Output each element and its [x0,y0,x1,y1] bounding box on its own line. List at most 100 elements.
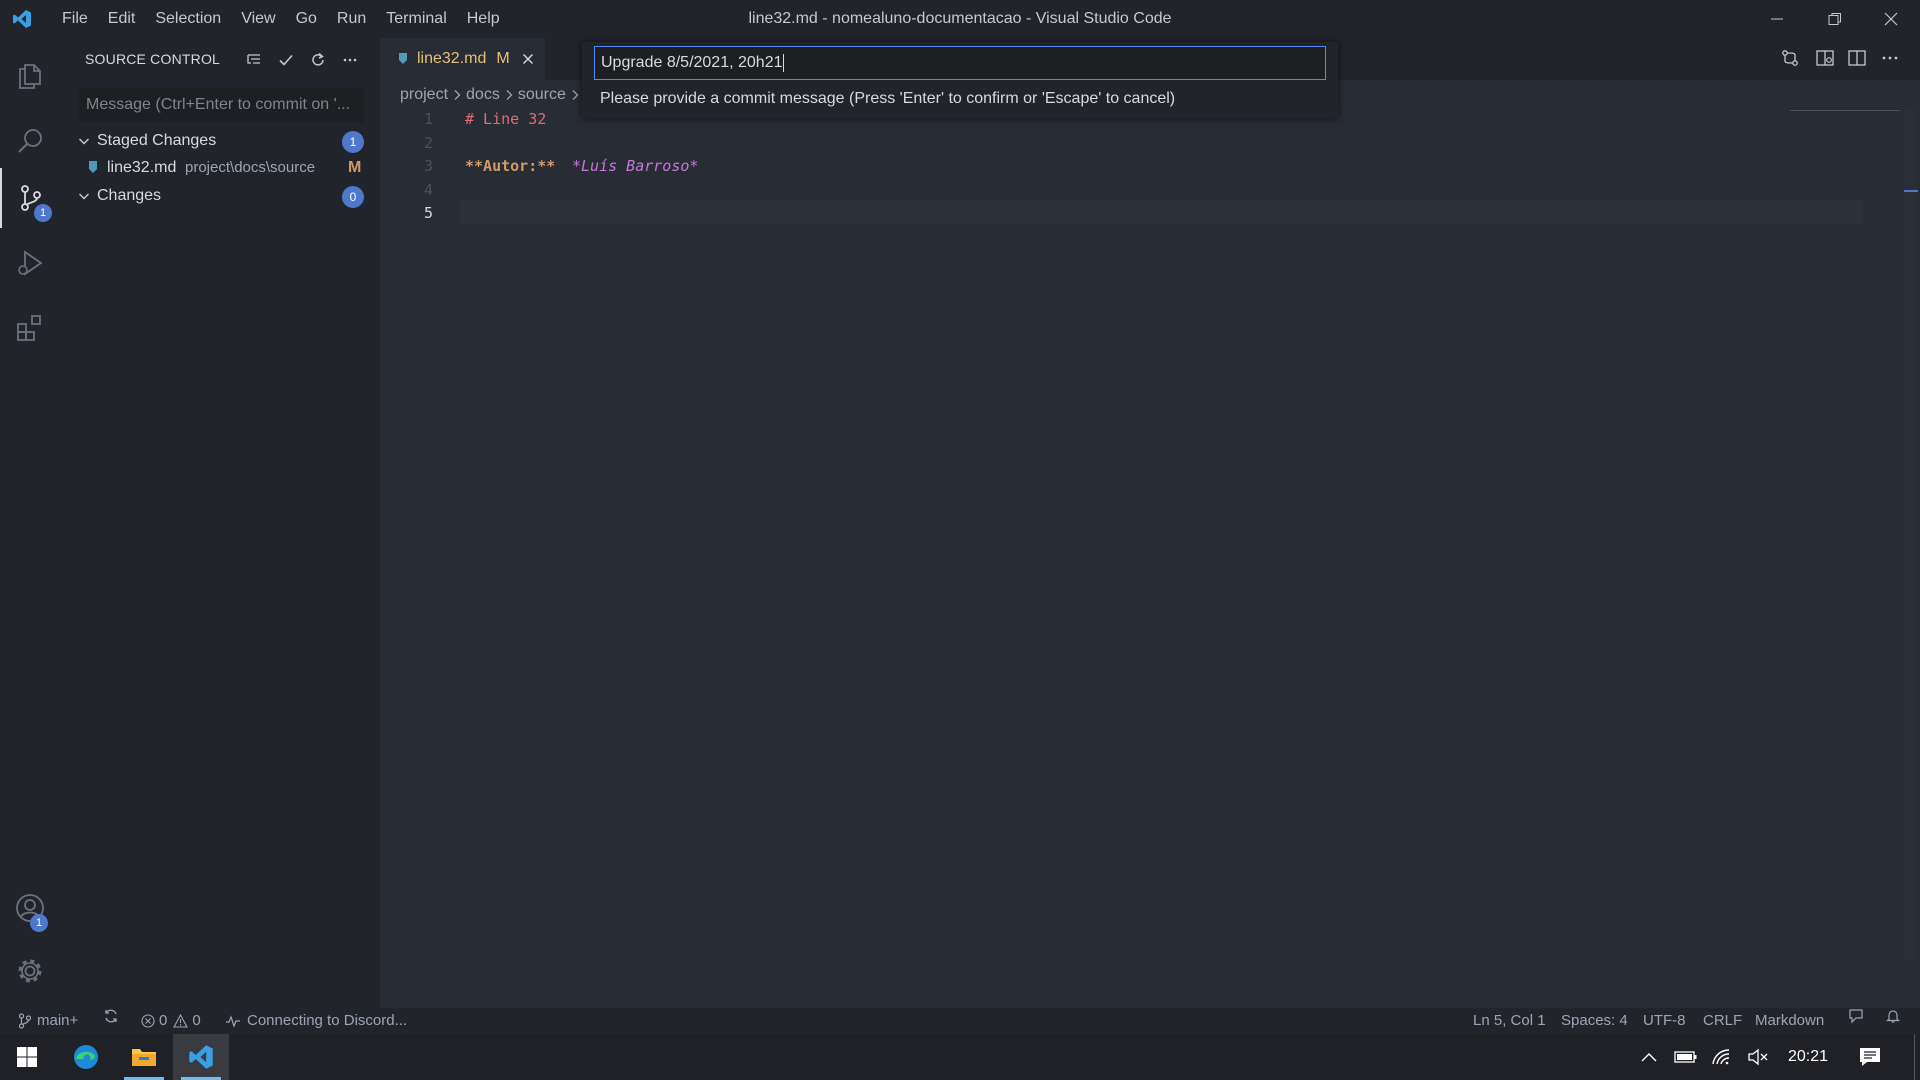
line-number: 3 [423,157,433,175]
line-number: 1 [423,110,433,128]
volume-muted-icon [1748,1048,1768,1066]
extensions-icon [17,315,41,341]
changes-group[interactable]: Changes 0 [60,183,380,209]
extensions-button[interactable] [0,298,60,358]
code-bold-text[interactable]: **Autor:** [465,157,555,175]
run-debug-icon [18,250,43,276]
title-bar: File Edit Selection View Go Run Terminal… [0,0,1920,38]
vscode-icon [189,1045,213,1069]
status-bar: main+ 0 0 Connecting to Discord... Ln 5,… [0,1008,1920,1034]
staged-file-name: line32.md [107,159,177,176]
vscode-taskbar-button[interactable] [173,1034,229,1080]
open-changes-icon[interactable] [1780,48,1800,68]
menu-selection[interactable]: Selection [145,0,231,38]
chevron-up-icon [1641,1053,1657,1062]
line-ending[interactable]: CRLF [1703,1008,1742,1034]
commit-message-input[interactable]: Message (Ctrl+Enter to commit on '... [78,88,364,122]
notifications-button[interactable] [1885,1008,1901,1024]
action-center-button[interactable] [1850,1034,1890,1080]
view-as-tree-icon[interactable] [242,48,266,72]
tab-line32-md[interactable]: line32.md M [380,38,545,80]
git-branch-icon [18,1013,32,1029]
feedback-button[interactable] [1848,1008,1864,1024]
menu-run[interactable]: Run [327,0,376,38]
menu-terminal[interactable]: Terminal [376,0,456,38]
current-line-highlight [460,200,1862,224]
chevron-right-icon [572,90,579,100]
editor-more-icon[interactable] [1880,48,1900,68]
close-tab-icon[interactable] [522,53,534,65]
code-italic-text[interactable]: *Luís Barroso* [572,157,698,175]
minimap[interactable] [1790,110,1900,111]
sync-button[interactable] [103,1008,119,1024]
line-number: 4 [423,181,433,199]
staged-count-badge: 1 [342,131,364,153]
notification-center-icon [1860,1048,1880,1066]
menu-go[interactable]: Go [286,0,327,38]
battery-button[interactable] [1672,1034,1700,1080]
pulse-icon [226,1015,240,1028]
commit-check-icon[interactable] [274,48,298,72]
changes-label: Changes [97,187,162,204]
menu-bar: File Edit Selection View Go Run Terminal… [52,0,510,38]
search-button[interactable] [0,111,60,171]
edge-taskbar-button[interactable] [58,1034,114,1080]
vscode-logo-icon [2,0,42,38]
changes-count-badge: 0 [342,186,364,208]
branch-name: main+ [37,1012,79,1029]
menu-view[interactable]: View [231,0,285,38]
file-explorer-taskbar-button[interactable] [116,1034,172,1080]
menu-help[interactable]: Help [457,0,510,38]
staged-file-item[interactable]: line32.md project\docs\source M [60,155,380,181]
editor-area: line32.md M project docs source 1 2 3 4 … [380,38,1920,1008]
open-preview-icon[interactable] [1815,48,1835,68]
volume-button[interactable] [1744,1034,1772,1080]
windows-logo-icon [17,1047,37,1067]
branch-indicator[interactable]: main+ [18,1008,78,1034]
markdown-file-icon [399,53,407,64]
explorer-button[interactable] [0,46,60,106]
minimize-button[interactable] [1748,0,1806,38]
activity-bar: 1 1 [0,38,60,1008]
show-hidden-icons-button[interactable] [1636,1034,1662,1080]
refresh-icon[interactable] [306,48,330,72]
warning-count: 0 [192,1012,201,1029]
staged-file-path: project\docs\source [185,159,316,176]
clock[interactable]: 20:21 [1780,1034,1836,1080]
cursor-position[interactable]: Ln 5, Col 1 [1473,1008,1546,1034]
feedback-icon [1849,1009,1863,1024]
start-button[interactable] [0,1034,54,1080]
code-line-heading[interactable]: # Line 32 [465,110,546,128]
wifi-icon [1712,1049,1730,1065]
split-editor-icon[interactable] [1847,48,1867,68]
close-window-button[interactable] [1862,0,1920,38]
language-mode[interactable]: Markdown [1755,1008,1824,1034]
staged-changes-group[interactable]: Staged Changes 1 [60,128,380,154]
breadcrumb-docs[interactable]: docs [466,86,500,104]
problems-indicator[interactable]: 0 0 [141,1008,201,1034]
menu-file[interactable]: File [52,0,98,38]
discord-status[interactable]: Connecting to Discord... [225,1008,407,1034]
run-debug-button[interactable] [0,233,60,293]
more-actions-icon[interactable] [338,48,362,72]
vertical-scrollbar[interactable] [1904,110,1918,960]
source-control-panel: SOURCE CONTROL Message (Ctrl+Enter to co… [60,38,380,1008]
files-icon [19,64,41,89]
breadcrumb-project[interactable]: project [400,86,448,104]
edge-browser-icon [74,1045,98,1069]
encoding[interactable]: UTF-8 [1643,1008,1686,1034]
menu-edit[interactable]: Edit [98,0,146,38]
commit-message-field[interactable]: Upgrade 8/5/2021, 20h21 [594,46,1326,80]
manage-button[interactable] [0,941,60,1001]
accounts-button[interactable]: 1 [0,878,60,938]
text-cursor [783,53,785,72]
search-icon [18,129,42,153]
network-button[interactable] [1708,1034,1736,1080]
restore-button[interactable] [1806,0,1864,38]
breadcrumb-source[interactable]: source [518,86,566,104]
source-control-button[interactable]: 1 [0,168,60,228]
indentation[interactable]: Spaces: 4 [1561,1008,1628,1034]
show-desktop-button[interactable] [1914,1034,1915,1080]
commit-message-hint: Please provide a commit message (Press '… [600,90,1176,107]
gear-icon [18,959,42,983]
